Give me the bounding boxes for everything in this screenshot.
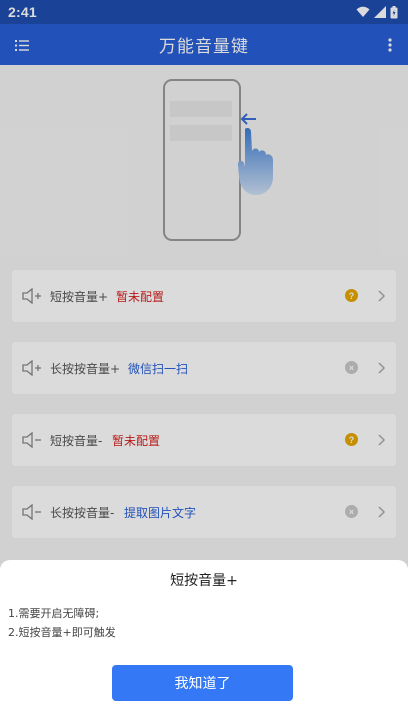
question-badge-icon[interactable]: ? [345,289,358,302]
card-long-press-volume-up[interactable]: 长按按音量+ 微信扫一扫 × [12,342,396,394]
menu-list-icon [15,39,29,51]
signal-icon [374,6,386,18]
more-options-button[interactable] [386,35,394,55]
status-icons [356,5,398,19]
dialog-title: 短按音量+ [170,573,238,589]
chevron-right-icon [378,290,386,302]
card-short-press-volume-up[interactable]: 短按音量+ 暂未配置 ? [12,270,396,322]
card-label: 长按按音量- [50,505,115,520]
more-vert-icon [388,38,392,52]
volume-up-icon [22,359,41,377]
card-value: 暂未配置 [112,433,161,448]
card-label: 短按音量+ [50,289,109,304]
page-title: 万能音量键 [159,37,249,57]
volume-down-icon [22,503,41,521]
dialog-instruction-2: 2.短按音量+即可触发 [8,626,116,639]
card-long-press-volume-down[interactable]: 长按按音量- 提取图片文字 × [12,486,396,538]
card-value: 暂未配置 [116,289,165,304]
status-time: 2:41 [8,4,37,20]
bottom-sheet-dialog: 短按音量+ 1.需要开启无障碍; 2.短按音量+即可触发 我知道了 [0,560,408,720]
card-label: 短按音量- [50,433,103,448]
chevron-right-icon [378,506,386,518]
status-bar: 2:41 [0,0,408,24]
card-short-press-volume-down[interactable]: 短按音量- 暂未配置 ? [12,414,396,466]
menu-button[interactable] [12,35,32,55]
phone-gesture-illustration [163,79,273,241]
card-value: 微信扫一扫 [128,361,189,376]
got-it-button[interactable]: 我知道了 [112,665,293,701]
battery-icon [390,5,398,18]
dialog-instruction-1: 1.需要开启无障碍; [8,607,100,620]
clear-badge-icon[interactable]: × [345,361,358,374]
volume-up-icon [22,287,41,305]
chevron-right-icon [378,362,386,374]
clear-badge-icon[interactable]: × [345,505,358,518]
wifi-icon [356,6,370,17]
chevron-right-icon [378,434,386,446]
question-badge-icon[interactable]: ? [345,433,358,446]
volume-down-icon [22,431,41,449]
app-bar: 万能音量键 [0,24,408,65]
card-value: 提取图片文字 [124,505,197,520]
card-label: 长按按音量+ [50,361,121,376]
